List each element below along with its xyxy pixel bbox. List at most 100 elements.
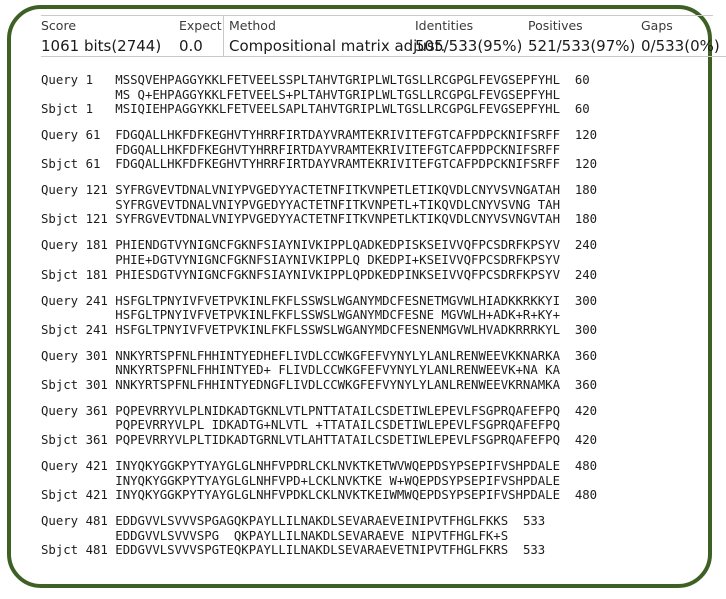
stats-header-positives: Positives — [528, 18, 583, 33]
sbjct-line-start: 361 — [85, 432, 116, 447]
query-line-label: Query — [41, 348, 86, 363]
query-line-start: 61 — [85, 128, 116, 143]
query-line-sequence: SYFRGVEVTDNALVNIYPVGEDYYACTETNFITKVNPETL… — [115, 183, 560, 198]
query-line-label: Query — [41, 293, 86, 308]
query-line-sequence: PHIENDGTVYNIGNCFGKNFSIAYNIVKIPPLQADKEDPI… — [115, 238, 560, 253]
sbjct-line-end: 360 — [560, 377, 598, 392]
midline-indent-num — [86, 474, 116, 489]
stats-value-row: 1061 bits(2744) 0.0 Compositional matrix… — [41, 34, 726, 57]
sbjct-line-end: 480 — [560, 488, 598, 503]
midline-indent-num — [86, 143, 116, 158]
midline-indent-num — [86, 88, 116, 103]
query-line-sequence: INYQKYGGKPYTYAYGLGLNHFVPDRLCKLNVKTKETWVW… — [115, 458, 560, 473]
midline-indent — [41, 198, 86, 213]
query-line-start: 181 — [85, 238, 116, 253]
midline-indent-num — [86, 363, 116, 378]
query-line-end: 480 — [560, 458, 598, 473]
query-line-end: 533 — [508, 514, 546, 529]
query-line-start: 1 — [85, 73, 116, 87]
stats-header-score: Score — [41, 18, 77, 33]
sbjct-line: Sbjct 181 PHIESDGTVYNIGNCFGKNFSIAYNIVKIP… — [41, 268, 713, 283]
query-line-end: 120 — [560, 128, 598, 143]
query-line-label: Query — [41, 403, 86, 418]
query-line-start: 241 — [85, 293, 116, 308]
alignment-block: Query 301 NNKYRTSPFNLFHHINTYEDHEFLIVDLCC… — [41, 349, 713, 393]
midline-sequence: FDGQALLHKFDFKEGHVTYHRRFIRTDAYVRAMTEKRIVI… — [115, 142, 560, 157]
sbjct-line: Sbjct 1 MSIQIEHPAGGYKKLFETVEELSAPLTAHVTG… — [41, 102, 713, 117]
midline-indent-num — [86, 253, 116, 268]
midline: EDDGVVLSVVVSPG QKPAYLLILNAKDLSEVARAEVE N… — [41, 529, 713, 544]
midline: INYQKYGGKPYTYAYGLGLNHFVPD+LCKLNVKTKE W+W… — [41, 474, 713, 489]
query-line-start: 121 — [85, 183, 116, 198]
stats-value-score: 1061 bits(2744) — [41, 34, 179, 57]
sbjct-line-end: 120 — [560, 157, 598, 172]
sbjct-line-label: Sbjct — [41, 267, 86, 282]
midline-indent — [41, 474, 86, 489]
sbjct-line-sequence: SYFRGVEVTDNALVNIYPVGEDYYACTETNFITKVNPETL… — [115, 212, 560, 227]
query-line: Query 481 EDDGVVLSVVVSPGAGQKPAYLLILNAKDL… — [41, 514, 713, 529]
sbjct-line-end: 60 — [560, 102, 590, 117]
midline-sequence: PQPEVRRYVLPL IDKADTG+NLVTL +TTATAILCSDET… — [115, 418, 560, 433]
sbjct-line: Sbjct 61 FDGQALLHKFDFKEGHVTYHRRFIRTDAYVR… — [41, 157, 713, 172]
query-line-end: 360 — [560, 348, 598, 363]
query-line: Query 181 PHIENDGTVYNIGNCFGKNFSIAYNIVKIP… — [41, 238, 713, 253]
sbjct-line-start: 481 — [85, 543, 116, 558]
sbjct-line-end: 240 — [560, 267, 598, 282]
sbjct-line-end: 533 — [508, 543, 546, 558]
midline-indent-num — [86, 198, 116, 213]
sbjct-line-end: 420 — [560, 432, 598, 447]
query-line-sequence: FDGQALLHKFDFKEGHVTYHRRFIRTDAYVRAMTEKRIVI… — [115, 128, 560, 143]
midline-indent — [41, 143, 86, 158]
midline: SYFRGVEVTDNALVNIYPVGEDYYACTETNFITKVNPETL… — [41, 198, 713, 213]
stats-value-identities: 505/533(95%) — [415, 34, 528, 57]
sbjct-line: Sbjct 121 SYFRGVEVTDNALVNIYPVGEDYYACTETN… — [41, 212, 713, 227]
query-line: Query 361 PQPEVRRYVLPLNIDKADTGKNLVTLPNTT… — [41, 404, 713, 419]
result-panel: Score Expect Method Identities Positives… — [7, 5, 726, 588]
stats-value-positives: 521/533(97%) — [528, 34, 641, 57]
sbjct-line-start: 1 — [85, 102, 116, 117]
query-line: Query 61 FDGQALLHKFDFKEGHVTYHRRFIRTDAYVR… — [41, 128, 713, 143]
sbjct-line-start: 421 — [85, 488, 116, 503]
midline-indent-num — [86, 418, 116, 433]
midline-indent — [41, 418, 86, 433]
query-line-label: Query — [41, 128, 86, 143]
stats-header-identities: Identities — [415, 18, 474, 33]
query-line-start: 301 — [85, 348, 116, 363]
sbjct-line-sequence: NNKYRTSPFNLFHHINTYEDNGFLIVDLCCWKGFEFVYNY… — [115, 377, 560, 392]
sbjct-line: Sbjct 481 EDDGVVLSVVVSPGTEQKPAYLLILNAKDL… — [41, 543, 713, 558]
alignment-stats-table: Score Expect Method Identities Positives… — [41, 16, 726, 57]
query-line-end: 180 — [560, 183, 598, 198]
sbjct-line-label: Sbjct — [41, 157, 86, 172]
sbjct-line-label: Sbjct — [41, 543, 86, 558]
sbjct-line-start: 301 — [85, 377, 116, 392]
alignment-block: Query 181 PHIENDGTVYNIGNCFGKNFSIAYNIVKIP… — [41, 238, 713, 282]
stats-header-gaps: Gaps — [641, 18, 673, 33]
midline-indent — [41, 88, 86, 103]
alignment-block: Query 61 FDGQALLHKFDFKEGHVTYHRRFIRTDAYVR… — [41, 128, 713, 172]
query-line: Query 241 HSFGLTPNYIVFVETPVKINLFKFLSSWSL… — [41, 294, 713, 309]
query-line-sequence: MSSQVEHPAGGYKKLFETVEELSSPLTAHVTGRIPLWLTG… — [115, 73, 560, 87]
sbjct-line-start: 61 — [85, 157, 116, 172]
sbjct-line-sequence: INYQKYGGKPYTYAYGLGLNHFVPDKLCKLNVKTKEIWMW… — [115, 488, 560, 503]
sbjct-line-label: Sbjct — [41, 488, 86, 503]
midline-indent-num — [86, 308, 116, 323]
sbjct-line-sequence: FDGQALLHKFDFKEGHVTYHRRFIRTDAYVRAMTEKRIVI… — [115, 157, 560, 172]
stats-header-expect: Expect — [179, 18, 222, 33]
query-line-label: Query — [41, 73, 86, 87]
sbjct-line: Sbjct 421 INYQKYGGKPYTYAYGLGLNHFVPDKLCKL… — [41, 488, 713, 503]
sbjct-line-end: 300 — [560, 322, 598, 337]
midline-sequence: MS Q+EHPAGGYKKLFETVEELS+PLTAHVTGRIPLWLTG… — [115, 87, 560, 102]
sbjct-line-sequence: PQPEVRRYVLPLTIDKADTGRNLVTLAHTTATAILCSDET… — [115, 432, 560, 447]
sbjct-line-start: 181 — [85, 267, 116, 282]
query-line-end: 300 — [560, 293, 598, 308]
sbjct-line-sequence: PHIESDGTVYNIGNCFGKNFSIAYNIVKIPPLQPDKEDPI… — [115, 267, 560, 282]
midline-indent — [41, 363, 86, 378]
query-line: Query 301 NNKYRTSPFNLFHHINTYEDHEFLIVDLCC… — [41, 349, 713, 364]
query-line-label: Query — [41, 458, 86, 473]
query-line-label: Query — [41, 183, 86, 198]
query-line-sequence: HSFGLTPNYIVFVETPVKINLFKFLSSWSLWGANYMDCFE… — [115, 293, 560, 308]
alignment-blocks: Query 1 MSSQVEHPAGGYKKLFETVEELSSPLTAHVTG… — [41, 73, 713, 558]
alignment-block: Query 481 EDDGVVLSVVVSPGAGQKPAYLLILNAKDL… — [41, 514, 713, 558]
midline: HSFGLTPNYIVFVETPVKINLFKFLSSWSLWGANYMDCFE… — [41, 308, 713, 323]
query-line-start: 421 — [85, 458, 116, 473]
